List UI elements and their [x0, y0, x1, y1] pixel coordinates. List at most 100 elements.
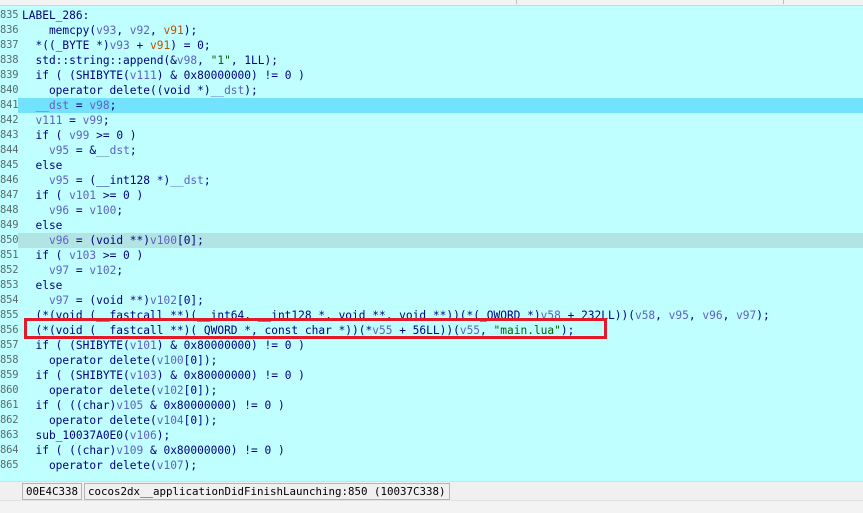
code-token: operator delete( [22, 459, 157, 472]
code-token: = (__int128 *) [69, 174, 171, 187]
code-line[interactable]: 863 sub_10037A0E0(v106); [0, 428, 863, 443]
code-token: v97 [48, 264, 70, 277]
line-number: 859 [0, 368, 18, 383]
code-line[interactable]: 846 v95 = (__int128 *)__dst; [0, 173, 863, 188]
code-line[interactable]: 862 operator delete(v104[0]); [0, 413, 863, 428]
code-token: if ( (SHIBYTE( [22, 339, 130, 352]
code-text: LABEL_286: [22, 8, 89, 23]
code-line[interactable]: 848 v96 = v100; [0, 203, 863, 218]
code-token: ) & 0x80000000) != 0 ) [156, 339, 305, 352]
code-line[interactable]: 855 (*(void (__fastcall **)(__int64, __i… [0, 308, 863, 323]
code-token: >= 0 ) [96, 249, 144, 262]
code-line-main-lua[interactable]: 856 (*(void (__fastcall **)(_QWORD *, co… [0, 323, 863, 338]
code-token: v111 [129, 69, 157, 82]
line-number: 840 [0, 83, 18, 98]
code-token: + 56LL))( [392, 324, 460, 337]
code-line[interactable]: 835 LABEL_286: [0, 8, 863, 23]
code-line[interactable]: 837 *((_BYTE *)v93 + v91) = 0; [0, 38, 863, 53]
code-line[interactable]: 859 if ( (SHIBYTE(v103) & 0x80000000) !=… [0, 368, 863, 383]
code-token: else [22, 219, 63, 232]
code-token: ; [116, 264, 124, 277]
code-line[interactable]: 842 v111 = v99; [0, 113, 863, 128]
code-line[interactable]: 847 if ( v101 >= 0 ) [0, 188, 863, 203]
code-token: = [69, 99, 90, 112]
code-line[interactable]: 840 operator delete((void *)__dst); [0, 83, 863, 98]
code-token: v98 [89, 99, 110, 112]
line-number: 849 [0, 218, 18, 233]
code-line[interactable]: 864 if ( ((char)v109 & 0x80000000) != 0 … [0, 443, 863, 458]
code-line[interactable]: 851 if ( v103 >= 0 ) [0, 248, 863, 263]
code-text: v96 = v100; [22, 203, 123, 218]
status-bar: 00E4C338 cocos2dx__applicationDidFinishL… [0, 481, 863, 500]
code-line[interactable]: 843 if ( v99 >= 0 ) [0, 128, 863, 143]
code-token: v99 [69, 129, 90, 142]
line-number: 842 [0, 113, 18, 128]
code-text: sub_10037A0E0(v106); [22, 428, 170, 443]
code-line[interactable]: 854 v97 = (void **)v102[0]; [0, 293, 863, 308]
pseudocode-view[interactable]: 835 LABEL_286: 836 memcpy(v93, v92, v91); 8… [0, 6, 863, 478]
code-line[interactable]: 841 __dst = v98; [0, 98, 863, 113]
code-line[interactable]: 858 operator delete(v100[0]); [0, 353, 863, 368]
code-token: = [69, 264, 90, 277]
code-line[interactable]: 861 if ( ((char)v105 & 0x80000000) != 0 … [0, 398, 863, 413]
code-token: v100 [89, 204, 117, 217]
line-number: 841 [0, 98, 18, 113]
code-line[interactable]: 839 if ( (SHIBYTE(v111) & 0x80000000) !=… [0, 68, 863, 83]
code-token: ); [756, 309, 770, 322]
code-text: operator delete(v100[0]); [22, 353, 217, 368]
line-number: 858 [0, 353, 18, 368]
code-line[interactable]: 850 v96 = (void **)v100[0]; [0, 233, 863, 248]
code-token: else [22, 159, 63, 172]
line-number: 848 [0, 203, 18, 218]
code-token: , [688, 309, 703, 322]
code-line[interactable]: 838 std::string::append(&v98, "1", 1LL); [0, 53, 863, 68]
code-token: v91 [150, 39, 171, 52]
code-text: else [22, 278, 62, 293]
code-text: operator delete(v104[0]); [22, 413, 217, 428]
code-token: >= 0 ) [96, 189, 144, 202]
code-token: operator delete( [22, 354, 157, 367]
code-line[interactable]: 852 v97 = v102; [0, 263, 863, 278]
code-token: [0]); [183, 384, 218, 397]
code-line[interactable]: 860 operator delete(v102[0]); [0, 383, 863, 398]
code-text: if ( v101 >= 0 ) [22, 188, 143, 203]
code-token: if ( [22, 129, 70, 142]
code-token: , [480, 324, 494, 337]
code-token: v91 [163, 24, 184, 37]
code-text: if ( ((char)v109 & 0x80000000) != 0 ) [22, 443, 284, 458]
code-token: "1" [210, 54, 231, 67]
code-token: v103 [129, 369, 157, 382]
line-number: 839 [0, 68, 18, 83]
code-line[interactable]: 849 else [0, 218, 863, 233]
code-token: __dst [210, 84, 245, 97]
code-token: v103 [69, 249, 97, 262]
code-text: operator delete(v102[0]); [22, 383, 217, 398]
code-token: v107 [156, 459, 184, 472]
code-text: v97 = v102; [22, 263, 123, 278]
code-text: if ( v99 >= 0 ) [22, 128, 137, 143]
code-line[interactable]: 865 operator delete(v107); [0, 458, 863, 473]
code-token: ); [183, 24, 198, 37]
code-line[interactable]: 857 if ( (SHIBYTE(v101) & 0x80000000) !=… [0, 338, 863, 353]
code-token: v95 [668, 309, 689, 322]
code-token: + 232LL))( [560, 309, 635, 322]
code-token: v93 [109, 39, 130, 52]
code-token: if ( [22, 249, 70, 262]
code-line[interactable]: 845 else [0, 158, 863, 173]
code-token: v101 [129, 339, 157, 352]
code-token: sub_10037A0E0( [22, 429, 130, 442]
code-token: v100 [156, 354, 184, 367]
code-token: ; [109, 99, 117, 112]
code-token: >= 0 ) [89, 129, 137, 142]
code-token: v102 [150, 294, 177, 307]
line-number: 854 [0, 293, 18, 308]
code-line[interactable]: 844 v95 = &__dst; [0, 143, 863, 158]
code-token: + [129, 39, 150, 52]
code-line[interactable]: 853 else [0, 278, 863, 293]
code-line[interactable]: 836 memcpy(v93, v92, v91); [0, 23, 863, 38]
